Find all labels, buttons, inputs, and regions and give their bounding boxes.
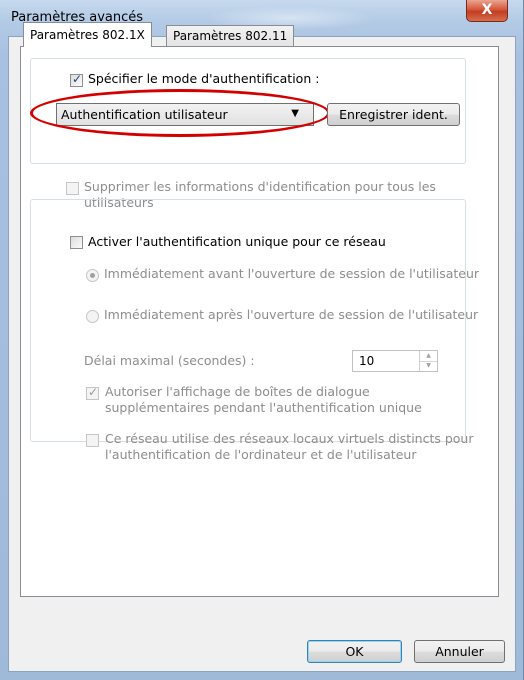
cancel-label: Annuler (435, 644, 484, 659)
max-delay-spinbox[interactable]: 10 ▲ ▼ (352, 350, 438, 372)
save-credentials-label: Enregistrer ident. (339, 107, 448, 122)
auth-mode-select-value: Authentification utilisateur (61, 107, 228, 122)
spin-buttons: ▲ ▼ (419, 351, 437, 371)
allow-dialogs-label: Autoriser l'affichage de boîtes de dialo… (105, 384, 422, 415)
enable-sso-label: Activer l'authentification unique pour c… (68, 234, 390, 250)
radio-before-logon[interactable] (86, 269, 99, 282)
radio-after-logon[interactable] (86, 310, 99, 323)
spin-down-icon[interactable]: ▼ (420, 361, 437, 371)
allow-dialogs-checkbox[interactable] (86, 385, 99, 400)
close-icon: X (481, 2, 493, 18)
max-delay-value: 10 (359, 354, 375, 368)
vlan-label: Ce réseau utilise des réseaux locaux vir… (105, 431, 474, 462)
radio-after-logon-label: Immédiatement après l'ouverture de sessi… (104, 307, 479, 322)
enable-sso-checkbox[interactable] (70, 236, 83, 249)
auth-mode-select[interactable]: Authentification utilisateur ▼ (56, 103, 314, 126)
tab-8021x-settings[interactable]: Paramètres 802.1X (23, 22, 152, 47)
ok-button[interactable]: OK (307, 640, 402, 663)
specify-auth-mode-label: Spécifier le mode d'authentification : (70, 71, 324, 87)
cancel-button[interactable]: Annuler (414, 640, 505, 663)
max-delay-label: Délai maximal (secondes) : (84, 353, 255, 368)
tab-80211-settings[interactable]: Paramètres 802.11 (166, 25, 295, 47)
chevron-down-icon: ▼ (291, 108, 299, 119)
save-credentials-button[interactable]: Enregistrer ident. (327, 103, 460, 126)
close-button[interactable]: X (466, 0, 508, 22)
tab-label: Paramètres 802.11 (173, 29, 288, 43)
advanced-settings-window: Paramètres avancés X Paramètres 802.1X P… (0, 0, 524, 680)
radio-before-logon-label: Immédiatement avant l'ouverture de sessi… (104, 266, 480, 281)
delete-credentials-checkbox[interactable] (66, 182, 79, 195)
ok-label: OK (345, 644, 364, 659)
vlan-checkbox[interactable] (86, 434, 99, 447)
tab-label: Paramètres 802.1X (30, 28, 145, 42)
specify-auth-mode-checkbox-overlay[interactable] (70, 72, 83, 87)
